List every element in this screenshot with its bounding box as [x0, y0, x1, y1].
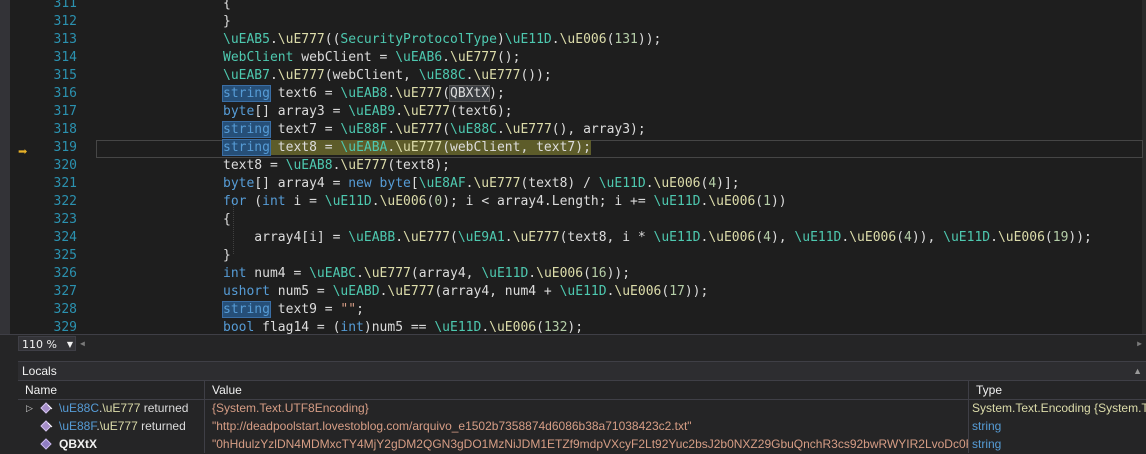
code-line[interactable]: 328 string text9 = ""; — [0, 301, 1146, 319]
locals-window: Locals ▲ Name Value Type ▷ \uE88C.\uE777… — [0, 353, 1146, 454]
code-line[interactable]: 314 WebClient webClient = \uEAB6.\uE777()… — [0, 49, 1146, 67]
local-type: string — [972, 437, 1002, 451]
code-line[interactable]: 320 text8 = \uEAB8.\uE777(text8); — [0, 157, 1146, 175]
local-name: QBXtX — [59, 437, 98, 451]
local-value[interactable]: "0hHdulzYzlDN4MDMxcTY4MjY2gDM2QGN3gDO1Mz… — [205, 437, 968, 451]
scroll-left-icon[interactable]: ◀ — [80, 339, 85, 348]
line-number: 314 — [53, 50, 77, 65]
code-text[interactable]: for (int i = \uE11D.\uE006(0); i < array… — [223, 193, 787, 211]
line-number: 319 — [53, 140, 77, 155]
code-text[interactable]: } — [223, 13, 231, 31]
code-line[interactable]: 312} — [0, 13, 1146, 31]
code-text[interactable]: { — [223, 0, 231, 13]
local-name-part: \uE777 — [99, 419, 138, 433]
line-number: 318 — [53, 122, 77, 137]
locals-column-headers: Name Value Type — [18, 380, 1146, 400]
line-number: 323 — [53, 212, 77, 227]
locals-row[interactable]: \uE88F.\uE777 returned "http://deadpools… — [18, 417, 1146, 435]
code-text[interactable]: text8 = \uEAB8.\uE777(text8); — [223, 157, 450, 175]
code-text[interactable]: \uEAB7.\uE777(webClient, \uE88C.\uE777()… — [223, 67, 552, 85]
code-line[interactable]: 311 { — [0, 0, 1146, 13]
expand-arrow-icon[interactable]: ▷ — [26, 399, 33, 417]
code-line[interactable]: 327 ushort num5 = \uEABD.\uE777(array4, n… — [0, 283, 1146, 301]
code-text[interactable]: \uEAB5.\uE777((SecurityProtocolType)\uE1… — [223, 31, 661, 49]
local-variable-icon — [40, 438, 52, 450]
code-line[interactable]: 329 bool flag14 = (int)num5 == \uE11D.\uE… — [0, 319, 1146, 334]
local-name-part: returned — [140, 401, 189, 415]
column-header-name[interactable]: Name — [18, 381, 205, 399]
zoom-level-value: 110 % — [22, 338, 57, 351]
code-text[interactable]: string text7 = \uE88F.\uE777(\uE88C.\uE7… — [222, 121, 646, 139]
code-line[interactable]: 322 for (int i = \uE11D.\uE006(0); i < ar… — [0, 193, 1146, 211]
code-line[interactable]: 324 array4[i] = \uEABB.\uE777(\uE9A1.\uE… — [0, 229, 1146, 247]
line-number: 320 — [53, 158, 77, 173]
local-name-part: \uE88F — [59, 419, 97, 433]
code-line[interactable]: 317 byte[] array3 = \uEAB9.\uE777(text6); — [0, 103, 1146, 121]
line-number: 329 — [53, 320, 77, 334]
code-line[interactable]: 319 string text8 = \uEABA.\uE777(webClien… — [0, 139, 1146, 158]
code-text[interactable]: array4[i] = \uEABB.\uE777(\uE9A1.\uE777(… — [223, 229, 1092, 247]
line-number: 327 — [53, 284, 77, 299]
code-line[interactable]: 325} — [0, 247, 1146, 265]
code-text[interactable]: { — [223, 211, 231, 229]
code-line[interactable]: 318 string text7 = \uE88F.\uE777(\uE88C.\… — [0, 121, 1146, 139]
line-number: 325 — [53, 248, 77, 263]
scroll-up-icon[interactable]: ▲ — [1129, 362, 1142, 380]
local-value[interactable]: "http://deadpoolstart.lovestoblog.com/ar… — [205, 419, 692, 433]
local-type: System.Text.Encoding {System.Te — [972, 401, 1146, 415]
code-line[interactable]: 316 string text6 = \uEAB8.\uE777(QBXtX); — [0, 85, 1146, 103]
column-header-type[interactable]: Type — [969, 381, 1146, 399]
scroll-right-icon[interactable]: ▶ — [1137, 339, 1142, 348]
code-text[interactable]: WebClient webClient = \uEAB6.\uE777(); — [223, 49, 520, 67]
code-line[interactable]: 321 byte[] array4 = new byte[\uE8AF.\uE77… — [0, 175, 1146, 193]
zoom-bar: 110 % ▼ ◀ ▶ — [0, 334, 1146, 353]
local-name-part: \uE777 — [102, 401, 141, 415]
line-number: 317 — [53, 104, 77, 119]
returned-value-icon — [40, 420, 53, 432]
column-header-value[interactable]: Value — [205, 381, 969, 399]
zoom-level-dropdown[interactable]: 110 % ▼ — [18, 336, 76, 351]
line-number: 313 — [53, 32, 77, 47]
line-number: 326 — [53, 266, 77, 281]
code-text[interactable]: byte[] array3 = \uEAB9.\uE777(text6); — [223, 103, 513, 121]
line-number: 315 — [53, 68, 77, 83]
locals-title: Locals — [22, 364, 57, 378]
code-text[interactable]: byte[] array4 = new byte[\uE8AF.\uE777(t… — [223, 175, 740, 193]
line-number: 321 — [53, 176, 77, 191]
line-number: 316 — [53, 86, 77, 101]
code-text[interactable]: string text6 = \uEAB8.\uE777(QBXtX); — [222, 85, 505, 103]
code-line[interactable]: 313 \uEAB5.\uE777((SecurityProtocolType)\… — [0, 31, 1146, 49]
local-value[interactable]: {System.Text.UTF8Encoding} — [205, 401, 369, 415]
chevron-down-icon: ▼ — [66, 340, 73, 349]
line-number: 322 — [53, 194, 77, 209]
returned-value-icon — [40, 402, 53, 414]
code-text[interactable]: ushort num5 = \uEABD.\uE777(array4, num4… — [223, 283, 708, 301]
code-text[interactable]: string text9 = ""; — [222, 301, 364, 319]
line-number: 312 — [53, 14, 77, 29]
code-line[interactable]: 323 { — [0, 211, 1146, 229]
line-number: 324 — [53, 230, 77, 245]
code-line[interactable]: 326 int num4 = \uEABC.\uE777(array4, \uE1… — [0, 265, 1146, 283]
local-name-part: returned — [137, 419, 186, 433]
code-line[interactable]: 315 \uEAB7.\uE777(webClient, \uE88C.\uE77… — [0, 67, 1146, 85]
code-editor[interactable]: ➡ 311{312} 313 \uEAB5.\uE777((SecurityProt… — [0, 0, 1146, 334]
locals-row[interactable]: ▷ \uE88C.\uE777 returned {System.Text.UT… — [18, 399, 1146, 417]
code-text[interactable]: bool flag14 = (int)num5 == \uE11D.\uE006… — [223, 319, 583, 334]
code-text[interactable]: string text8 = \uEABA.\uE777(webClient, … — [222, 139, 591, 157]
line-number: 328 — [53, 302, 77, 317]
code-text[interactable]: } — [223, 247, 231, 265]
locals-title-bar: Locals ▲ — [18, 361, 1146, 380]
local-name-part: \uE88C — [59, 401, 100, 415]
locals-row[interactable]: QBXtX "0hHdulzYzlDN4MDMxcTY4MjY2gDM2QGN3… — [18, 435, 1146, 453]
code-text[interactable]: int num4 = \uEABC.\uE777(array4, \uE11D.… — [223, 265, 630, 283]
local-type: string — [972, 419, 1002, 433]
line-number: 311 — [53, 0, 77, 11]
